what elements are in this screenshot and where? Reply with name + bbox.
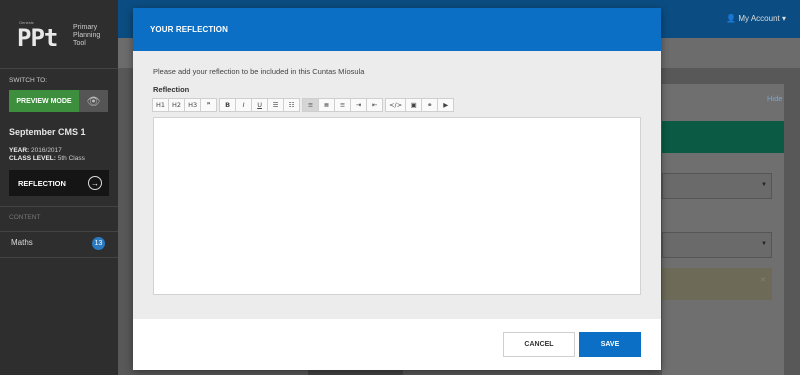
class-level-line: CLASS LEVEL: 5th Class <box>9 155 85 162</box>
sidebar-item-maths[interactable]: Maths 13 <box>0 232 118 256</box>
user-icon: 👤 <box>726 14 737 23</box>
alert-box: ✕ <box>662 268 772 300</box>
cancel-button[interactable]: CANCEL <box>503 332 575 357</box>
modal-body: Please add your reflection to be include… <box>133 51 661 319</box>
modal-title: YOUR REFLECTION <box>133 8 661 51</box>
caret-down-icon: ▼ <box>761 182 767 188</box>
video-icon[interactable]: ▶ <box>437 98 455 112</box>
close-icon[interactable]: ✕ <box>760 276 766 284</box>
logo-mark: PPt <box>17 24 58 52</box>
maths-label: Maths <box>11 238 33 247</box>
class-level-value: 5th Class <box>57 155 85 162</box>
reflection-editor[interactable] <box>153 117 641 295</box>
image-icon[interactable]: ▣ <box>405 98 423 112</box>
bullet-list-icon[interactable]: ☰ <box>267 98 285 112</box>
eye-icon[interactable]: 👁 <box>79 90 108 112</box>
indent-icon[interactable]: ⇥ <box>350 98 368 112</box>
modal-footer: CANCEL SAVE <box>133 319 661 370</box>
align-right-icon[interactable]: ≡ <box>334 98 352 112</box>
hide-link[interactable]: Hide <box>767 94 782 103</box>
divider <box>0 257 118 258</box>
sidebar: Genesis PPt Primary Planning Tool SWITCH… <box>0 0 118 375</box>
align-left-icon[interactable]: ≡ <box>302 98 320 112</box>
save-button[interactable]: SAVE <box>579 332 641 357</box>
bottom-bar <box>308 370 403 375</box>
quote-icon[interactable]: ❞ <box>200 98 218 112</box>
modal-instruction: Please add your reflection to be include… <box>153 67 365 76</box>
caret-down-icon: ▼ <box>761 241 767 247</box>
my-account-menu[interactable]: 👤 My Account ▾ <box>726 14 786 23</box>
year-line: YEAR: 2016/2017 <box>9 147 62 154</box>
cms-title: September CMS 1 <box>9 127 86 137</box>
caret-down-icon: ▾ <box>781 14 786 23</box>
divider <box>0 206 118 207</box>
year-label: YEAR: <box>9 147 30 154</box>
sidebar-item-reflection[interactable]: REFLECTION → <box>9 170 109 196</box>
italic-icon[interactable]: I <box>235 98 253 112</box>
code-icon[interactable]: </> <box>385 98 407 112</box>
numbered-list-icon[interactable]: ☷ <box>283 98 301 112</box>
reflection-modal: YOUR REFLECTION Please add your reflecti… <box>133 8 661 370</box>
reflection-field-label: Reflection <box>153 85 190 94</box>
class-level-label: CLASS LEVEL: <box>9 155 56 162</box>
divider <box>0 68 118 69</box>
reflection-label: REFLECTION <box>18 178 66 188</box>
select-dropdown[interactable]: ▼ <box>662 173 772 199</box>
heading-3-button[interactable]: H3 <box>184 98 202 112</box>
bold-icon[interactable]: B <box>219 98 237 112</box>
preview-mode-button[interactable]: PREVIEW MODE <box>9 90 79 112</box>
align-center-icon[interactable]: ≣ <box>318 98 336 112</box>
arrow-right-circle-icon: → <box>88 176 102 190</box>
app-logo[interactable]: Genesis PPt Primary Planning Tool <box>0 0 118 68</box>
heading-2-button[interactable]: H2 <box>168 98 186 112</box>
maths-count-badge: 13 <box>92 237 105 250</box>
editor-toolbar: H1 H2 H3 ❞ B I U ☰ ☷ ≡ ≣ ≡ ⇥ ⇤ </> ▣ ⚭ ▶ <box>152 98 457 112</box>
underline-icon[interactable]: U <box>251 98 269 112</box>
content-section-label: CONTENT <box>9 214 41 221</box>
year-value: 2016/2017 <box>31 147 62 154</box>
link-icon[interactable]: ⚭ <box>421 98 439 112</box>
green-header-strip <box>662 121 784 153</box>
logo-text: Primary Planning Tool <box>73 24 101 47</box>
outdent-icon[interactable]: ⇤ <box>366 98 384 112</box>
select-dropdown[interactable]: ▼ <box>662 232 772 258</box>
my-account-label: My Account <box>738 14 780 23</box>
heading-1-button[interactable]: H1 <box>152 98 170 112</box>
switch-to-label: SWITCH TO: <box>9 77 48 84</box>
